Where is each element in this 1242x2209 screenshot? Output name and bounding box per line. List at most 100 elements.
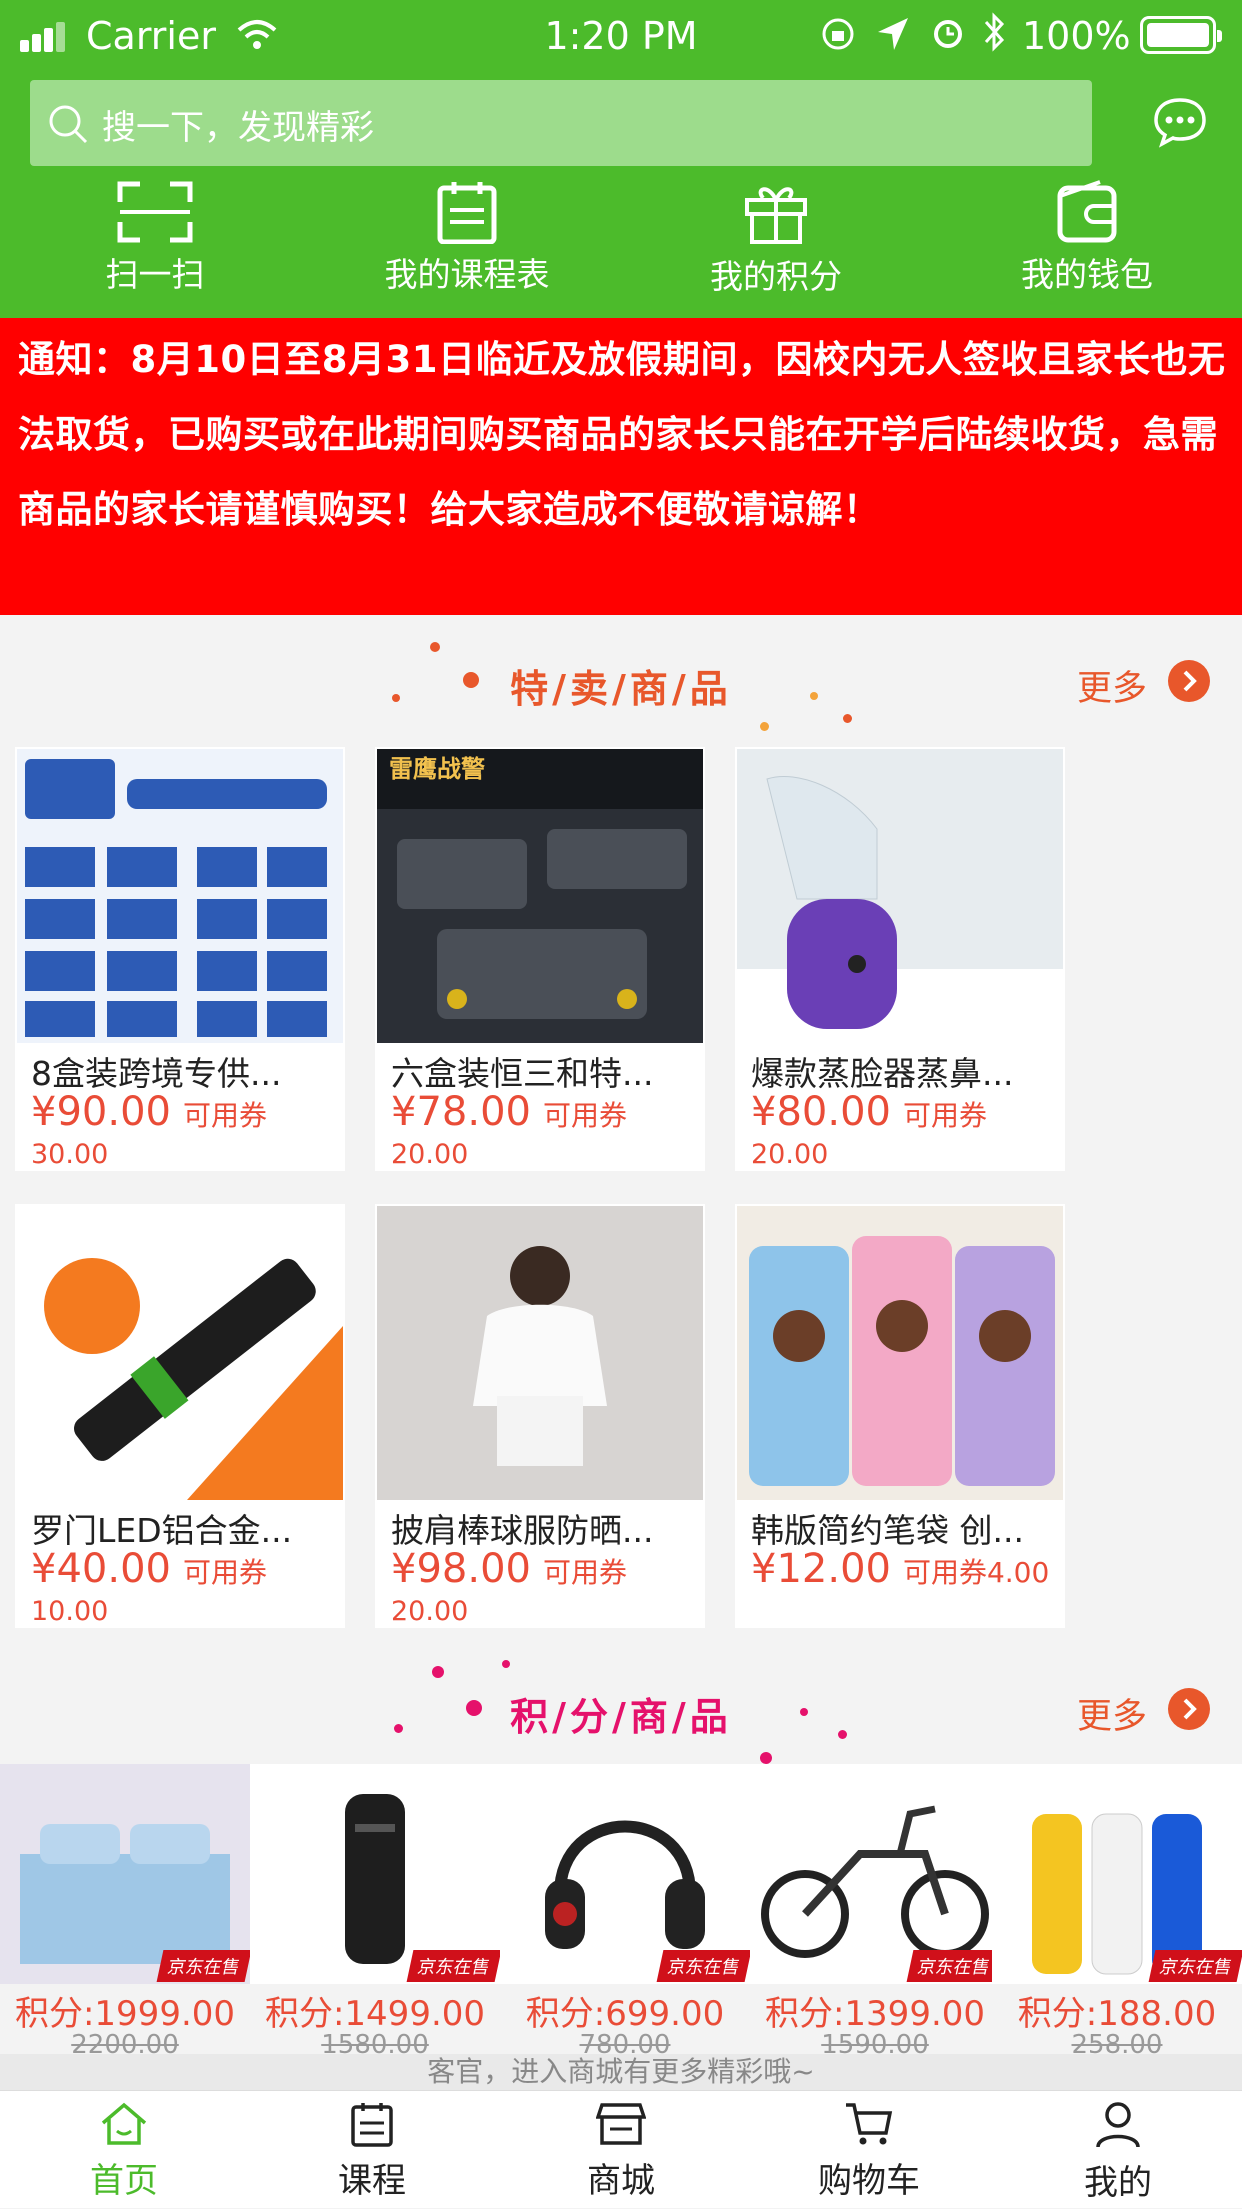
product-image <box>17 1206 343 1500</box>
product-price: ¥12.00 可用券4.00 <box>751 1546 1050 1592</box>
quick-label: 我的积分 <box>710 257 842 296</box>
points-more-link[interactable]: 更多 <box>1077 1688 1147 1739</box>
message-icon[interactable] <box>1152 96 1208 148</box>
user-icon <box>1096 2102 1140 2148</box>
coupon-label: 可用券 <box>542 1099 627 1132</box>
notice-banner[interactable]: 通知：8月10日至8月31日临近及放假期间，因校内无人签收且家长也无法取货，已购… <box>0 318 1242 615</box>
product-image <box>17 749 343 1043</box>
tab-label: 我的 <box>1084 2163 1152 2203</box>
points-product[interactable]: 京东在售 积分:1399.00 1590.00 <box>750 1764 1000 2060</box>
points-product[interactable]: 京东在售 积分:699.00 780.00 <box>500 1764 750 2060</box>
bluetooth-icon <box>984 12 1005 52</box>
points-price: 积分:1399.00 <box>764 1994 986 2034</box>
tab-label: 购物车 <box>818 2161 920 2201</box>
product-name: 爆款蒸脸器蒸鼻... <box>751 1054 1014 1093</box>
battery-icon <box>1140 16 1222 54</box>
product-image: 京东在售 <box>750 1764 1000 1984</box>
special-section-header: 特/卖/商/品 更多 <box>0 630 1242 745</box>
product-image <box>737 749 1063 1043</box>
gift-icon <box>745 187 807 244</box>
special-more-link[interactable]: 更多 <box>1077 660 1147 711</box>
special-section-title: 特/卖/商/品 <box>510 667 732 711</box>
product-coupon-value: 10.00 <box>31 1596 109 1627</box>
points-section-title: 积/分/商/品 <box>510 1695 732 1739</box>
jd-badge: 京东在售 <box>906 1950 1000 1982</box>
points-section-header: 积/分/商/品 更多 <box>0 1658 1242 1773</box>
course-icon <box>351 2103 393 2147</box>
footer-hint: 客官，进入商城有更多精彩哦~ <box>0 2054 1242 2090</box>
chevron-right-icon[interactable] <box>1168 1688 1210 1730</box>
scan-icon <box>117 181 193 243</box>
product-card[interactable]: 雷鹰战警 六盒装恒三和特... ¥78.00 可用券 20.00 <box>375 747 705 1171</box>
points-price: 积分:699.00 <box>525 1994 725 2034</box>
quick-schedule[interactable]: 我的课程表 <box>367 180 567 296</box>
jd-badge: 京东在售 <box>156 1950 250 1982</box>
wallet-icon <box>1057 180 1117 243</box>
jd-badge: 京东在售 <box>656 1950 750 1982</box>
product-card[interactable]: 韩版简约笔袋 创... ¥12.00 可用券4.00 <box>735 1204 1065 1628</box>
product-image: 京东在售 <box>992 1764 1242 1984</box>
points-price: 积分:1999.00 <box>14 1994 236 2034</box>
cart-icon <box>846 2103 893 2145</box>
header: Carrier 1:20 PM 100% 搜一下，发现精彩 扫一扫 我的课程表 … <box>0 0 1242 318</box>
tab-home[interactable]: 首页 <box>0 2091 248 2209</box>
product-card[interactable]: 8盒装跨境专供... ¥90.00 可用券 30.00 <box>15 747 345 1171</box>
product-image: 京东在售 <box>500 1764 750 1984</box>
product-price: ¥78.00 可用券 <box>391 1089 627 1135</box>
tab-bar: 首页 课程 商城 购物车 我的 <box>0 2090 1242 2208</box>
jd-badge: 京东在售 <box>406 1950 500 1982</box>
search-bar[interactable]: 搜一下，发现精彩 <box>30 80 1092 166</box>
product-card[interactable]: 披肩棒球服防晒... ¥98.00 可用券 20.00 <box>375 1204 705 1628</box>
points-price: 积分:1499.00 <box>264 1994 486 2034</box>
location-icon <box>878 18 908 50</box>
product-coupon-value: 30.00 <box>31 1139 109 1170</box>
search-placeholder: 搜一下，发现精彩 <box>102 108 374 148</box>
tab-shop[interactable]: 商城 <box>497 2091 745 2209</box>
tab-course[interactable]: 课程 <box>248 2091 496 2209</box>
product-price: ¥98.00 可用券 <box>391 1546 627 1592</box>
quick-label: 我的课程表 <box>384 255 550 294</box>
tab-label: 课程 <box>338 2161 406 2201</box>
quick-wallet[interactable]: 我的钱包 <box>987 180 1187 296</box>
chevron-right-icon[interactable] <box>1168 660 1210 702</box>
product-name: 披肩棒球服防晒... <box>391 1511 654 1550</box>
home-icon <box>101 2102 147 2145</box>
shop-icon <box>596 2103 646 2145</box>
points-product[interactable]: 京东在售 积分:1499.00 1580.00 <box>250 1764 500 2060</box>
product-card[interactable]: 罗门LED铝合金... ¥40.00 可用券 10.00 <box>15 1204 345 1628</box>
product-name: 六盒装恒三和特... <box>391 1054 654 1093</box>
points-product[interactable]: 京东在售 积分:188.00 258.00 <box>992 1764 1242 2060</box>
status-bar: Carrier 1:20 PM 100% <box>0 0 1242 72</box>
product-image: 京东在售 <box>250 1764 500 1984</box>
points-price: 积分:188.00 <box>1017 1994 1217 2034</box>
coupon-label: 可用券 <box>182 1556 267 1589</box>
product-coupon-value: 20.00 <box>391 1596 469 1627</box>
product-card[interactable]: 爆款蒸脸器蒸鼻... ¥80.00 可用券 20.00 <box>735 747 1065 1171</box>
coupon-label: 可用券4.00 <box>902 1556 1050 1589</box>
product-image: 雷鹰战警 <box>377 749 703 1043</box>
product-coupon-value: 20.00 <box>391 1139 469 1170</box>
quick-label: 扫一扫 <box>105 255 205 294</box>
product-name: 8盒装跨境专供... <box>31 1054 282 1093</box>
product-image <box>737 1206 1063 1500</box>
battery-percent: 100% <box>1022 14 1131 58</box>
product-price: ¥90.00 可用券 <box>31 1089 267 1135</box>
product-name: 韩版简约笔袋 创... <box>751 1511 1024 1550</box>
tab-label: 商城 <box>587 2161 655 2201</box>
coupon-label: 可用券 <box>902 1099 987 1132</box>
quick-points[interactable]: 我的积分 <box>676 180 876 298</box>
tab-cart[interactable]: 购物车 <box>745 2091 993 2209</box>
tab-label: 首页 <box>90 2161 158 2201</box>
quick-scan[interactable]: 扫一扫 <box>55 180 255 296</box>
jd-badge: 京东在售 <box>1148 1950 1242 1982</box>
tab-mine[interactable]: 我的 <box>994 2091 1242 2209</box>
search-icon <box>49 105 88 144</box>
coupon-label: 可用券 <box>182 1099 267 1132</box>
product-price: ¥80.00 可用券 <box>751 1089 987 1135</box>
quick-label: 我的钱包 <box>1021 255 1153 294</box>
alarm-icon <box>934 20 962 48</box>
coupon-label: 可用券 <box>542 1556 627 1589</box>
points-product[interactable]: 京东在售 积分:1999.00 2200.00 <box>0 1764 250 2060</box>
rotation-lock-icon <box>822 18 854 50</box>
product-price: ¥40.00 可用券 <box>31 1546 267 1592</box>
